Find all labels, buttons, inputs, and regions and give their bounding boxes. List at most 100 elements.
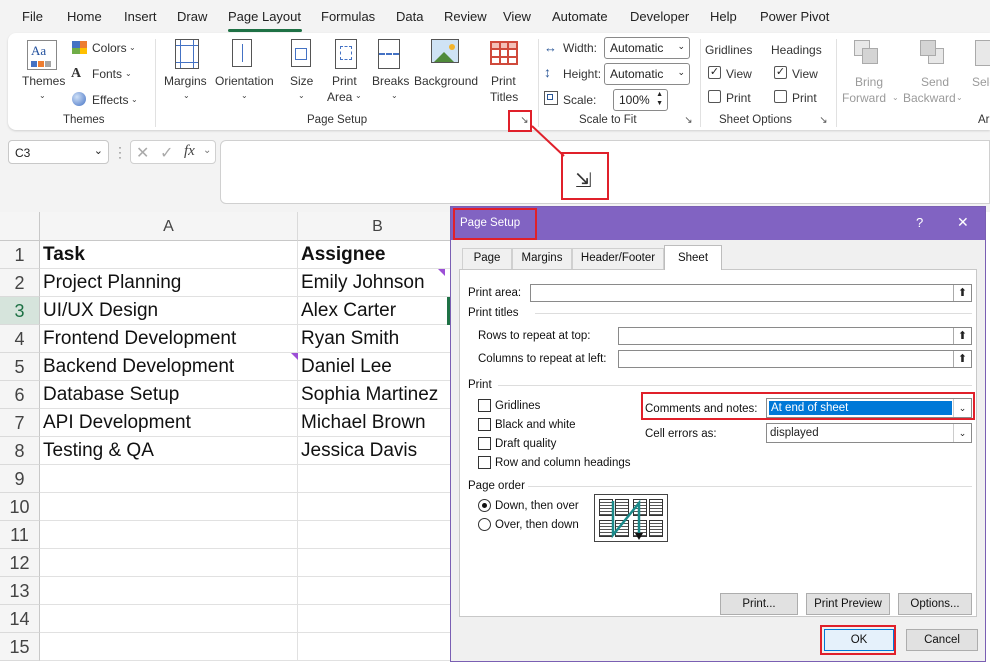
row-header[interactable]: 10 [0, 493, 40, 521]
tab-data[interactable]: Data [396, 9, 423, 24]
cell-b[interactable]: Ryan Smith [298, 325, 458, 353]
colors-button[interactable]: Colors [92, 41, 127, 55]
row-header[interactable]: 6 [0, 381, 40, 409]
cell-a[interactable] [40, 465, 298, 493]
tab-file[interactable]: File [22, 9, 43, 24]
themes-icon[interactable]: Aa [27, 40, 57, 70]
gridlines-checkbox[interactable] [478, 399, 491, 412]
tab-formulas[interactable]: Formulas [321, 9, 375, 24]
help-button[interactable]: ? [916, 215, 923, 230]
tab-margins[interactable]: Margins [512, 248, 572, 269]
breaks-icon[interactable] [378, 39, 400, 69]
tab-review[interactable]: Review [444, 9, 487, 24]
options-button[interactable]: Options... [898, 593, 972, 615]
row-header[interactable]: 1 [0, 241, 40, 269]
cell-a[interactable] [40, 577, 298, 605]
ok-button[interactable]: OK [824, 629, 894, 651]
orientation-icon[interactable] [232, 39, 252, 67]
row-header[interactable]: 2 [0, 269, 40, 297]
size-icon[interactable] [291, 39, 311, 67]
margins-button[interactable]: Margins [164, 74, 207, 88]
width-dropdown[interactable]: Automatic ⌄ [604, 37, 690, 59]
cell-b[interactable]: Daniel Lee [298, 353, 458, 381]
collapse-dialog-icon[interactable]: ⬆ [953, 351, 971, 367]
background-button[interactable]: Background [414, 74, 478, 88]
row-col-headings-checkbox[interactable] [478, 456, 491, 469]
print-button[interactable]: Print... [720, 593, 798, 615]
cell-b[interactable]: Michael Brown [298, 409, 458, 437]
cell-a[interactable] [40, 521, 298, 549]
cell-b[interactable] [298, 633, 458, 661]
print-area-input[interactable]: ⬆ [530, 284, 972, 302]
column-header-b[interactable]: B [298, 212, 458, 241]
headings-print-checkbox[interactable] [774, 90, 787, 103]
print-area-button-line2[interactable]: Area [327, 90, 352, 104]
cell-b[interactable]: Jessica Davis [298, 437, 458, 465]
collapse-dialog-icon[interactable]: ⬆ [953, 328, 971, 344]
print-area-icon[interactable] [335, 39, 357, 69]
draft-quality-checkbox[interactable] [478, 437, 491, 450]
cell-a[interactable]: Frontend Development [40, 325, 298, 353]
row-header[interactable]: 5 [0, 353, 40, 381]
print-titles-button-line1[interactable]: Print [491, 74, 516, 88]
cell-a[interactable] [40, 493, 298, 521]
cell-a[interactable] [40, 633, 298, 661]
tab-page-layout[interactable]: Page Layout [228, 9, 301, 24]
tab-header-footer[interactable]: Header/Footer [572, 248, 664, 269]
tab-view[interactable]: View [503, 9, 531, 24]
gridlines-view-checkbox[interactable]: ✓ [708, 66, 721, 79]
cell-b[interactable] [298, 521, 458, 549]
print-titles-button-line2[interactable]: Titles [490, 90, 518, 104]
insert-function-icon[interactable]: fx [184, 143, 195, 160]
cell-a[interactable]: API Development [40, 409, 298, 437]
cell-a[interactable]: Project Planning [40, 269, 298, 297]
rows-repeat-input[interactable]: ⬆ [618, 327, 972, 345]
cell-b[interactable] [298, 465, 458, 493]
collapse-dialog-icon[interactable]: ⬆ [953, 285, 971, 301]
enter-check-icon[interactable]: ✓ [160, 143, 173, 163]
themes-button[interactable]: Themes [22, 74, 65, 88]
margins-icon[interactable] [175, 39, 199, 69]
tab-draw[interactable]: Draw [177, 9, 207, 24]
row-header[interactable]: 11 [0, 521, 40, 549]
row-header[interactable]: 3 [0, 297, 40, 325]
row-header[interactable]: 9 [0, 465, 40, 493]
comments-dropdown[interactable]: At end of sheet ⌄ [766, 398, 972, 418]
cancel-x-icon[interactable]: ✕ [136, 143, 149, 163]
size-button[interactable]: Size [290, 74, 313, 88]
cancel-button[interactable]: Cancel [906, 629, 978, 651]
row-header[interactable]: 8 [0, 437, 40, 465]
print-titles-icon[interactable] [490, 41, 518, 65]
cell-b[interactable] [298, 549, 458, 577]
tab-page[interactable]: Page [462, 248, 512, 269]
cell-a[interactable]: Backend Development [40, 353, 298, 381]
row-header[interactable]: 7 [0, 409, 40, 437]
tab-power-pivot[interactable]: Power Pivot [760, 9, 829, 24]
name-box[interactable]: C3 ⌄ [8, 140, 109, 164]
cell-b[interactable] [298, 605, 458, 633]
tab-home[interactable]: Home [67, 9, 102, 24]
tab-help[interactable]: Help [710, 9, 737, 24]
orientation-button[interactable]: Orientation [215, 74, 274, 88]
tab-insert[interactable]: Insert [124, 9, 157, 24]
cell-b[interactable]: Emily Johnson [298, 269, 458, 297]
cell-b[interactable] [298, 577, 458, 605]
select-all-corner[interactable] [0, 212, 40, 241]
cell-a[interactable]: Task [40, 241, 298, 269]
height-dropdown[interactable]: Automatic ⌄ [604, 63, 690, 85]
row-header[interactable]: 15 [0, 633, 40, 661]
cell-a[interactable]: Database Setup [40, 381, 298, 409]
close-icon[interactable]: ✕ [957, 214, 969, 231]
black-white-checkbox[interactable] [478, 418, 491, 431]
formula-input[interactable] [220, 140, 990, 204]
fonts-button[interactable]: Fonts [92, 67, 122, 81]
cols-repeat-input[interactable]: ⬆ [618, 350, 972, 368]
headings-view-checkbox[interactable]: ✓ [774, 66, 787, 79]
cell-b[interactable] [298, 493, 458, 521]
cell-a[interactable] [40, 605, 298, 633]
background-icon[interactable] [431, 39, 459, 63]
column-header-a[interactable]: A [40, 212, 298, 241]
row-header[interactable]: 13 [0, 577, 40, 605]
scale-spinner[interactable]: 100% ▲ ▼ [613, 89, 668, 111]
row-header[interactable]: 12 [0, 549, 40, 577]
